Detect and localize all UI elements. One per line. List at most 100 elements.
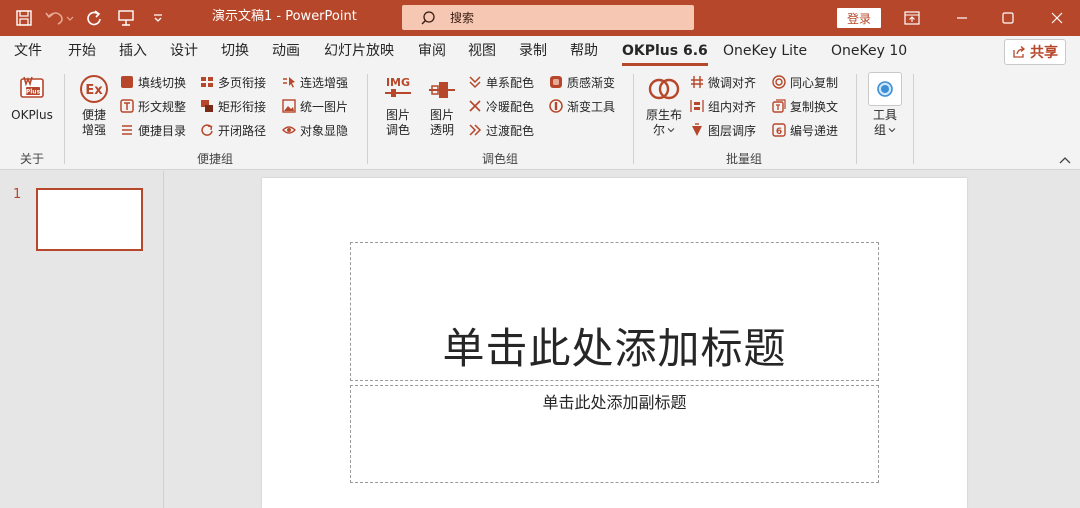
quick-enhance-button[interactable]: Ex 便捷 增强 (72, 72, 116, 138)
rect-link-label: 矩形衔接 (218, 99, 267, 114)
warm-cool-color-button[interactable]: 冷暖配色 (468, 96, 534, 116)
number-icon: 6 (772, 123, 786, 137)
image-transparent-button[interactable]: 图片 透明 (420, 72, 464, 138)
texture-gradient-button[interactable]: 质感渐变 (549, 72, 615, 92)
transition-color-button[interactable]: 过渡配色 (468, 120, 534, 140)
chevron-right-double-icon (468, 123, 482, 137)
shape-text-align-button[interactable]: 形文规整 (120, 96, 186, 116)
ribbon-tabs: 文件 开始 插入 设计 切换 动画 幻灯片放映 审阅 视图 录制 帮助 OKPl… (0, 36, 1080, 68)
chevron-down-icon (888, 128, 896, 133)
subtitle-placeholder[interactable]: 单击此处添加副标题 (350, 385, 879, 483)
copy-text-icon (772, 99, 786, 113)
img-color-icon: IMG (381, 72, 415, 106)
mono-color-label: 单系配色 (486, 75, 535, 90)
svg-text:Plus: Plus (26, 89, 41, 96)
maximize-icon[interactable] (985, 0, 1031, 36)
image-transparent-label-2: 透明 (429, 123, 454, 137)
open-close-path-label: 开闭路径 (218, 123, 267, 138)
quick-access-toolbar (10, 0, 172, 36)
group-separator (367, 74, 368, 164)
image-color-label-2: 调色 (385, 123, 410, 137)
layer-order-button[interactable]: 图层调序 (690, 120, 756, 140)
tab-file[interactable]: 文件 (14, 36, 42, 68)
rect-link-button[interactable]: 矩形衔接 (200, 96, 266, 116)
cursor-select-icon (282, 75, 296, 89)
mono-color-button[interactable]: 单系配色 (468, 72, 534, 92)
native-boolean-button[interactable]: 原生布 尔 (640, 72, 688, 138)
texture-gradient-icon (549, 75, 563, 89)
tab-onekey-10[interactable]: OneKey 10 (831, 36, 907, 68)
quick-toc-label: 便捷目录 (138, 123, 187, 138)
search-icon (421, 10, 435, 24)
chevron-down-icon (667, 128, 675, 133)
native-boolean-label-1: 原生布 (645, 108, 682, 122)
collapse-ribbon-icon[interactable] (1058, 154, 1072, 166)
tools-group-label-2-text: 组 (873, 123, 886, 137)
concentric-copy-button[interactable]: 同心复制 (772, 72, 838, 92)
search-box[interactable]: 搜索 (402, 5, 694, 30)
shape-text-icon (120, 99, 134, 113)
customize-qat-icon[interactable] (144, 4, 172, 32)
slide-number: 1 (13, 187, 22, 202)
quick-enhance-label-2: 增强 (81, 123, 106, 137)
tab-view[interactable]: 视图 (468, 36, 496, 68)
tab-slideshow[interactable]: 幻灯片放映 (324, 36, 394, 68)
tab-record[interactable]: 录制 (519, 36, 547, 68)
tab-transitions[interactable]: 切换 (221, 36, 249, 68)
unify-image-button[interactable]: 统一图片 (282, 96, 348, 116)
title-placeholder[interactable]: 单击此处添加标题 (350, 242, 879, 381)
tab-okplus[interactable]: OKPlus 6.6 (622, 36, 708, 68)
tab-help[interactable]: 帮助 (570, 36, 598, 68)
gradient-tool-button[interactable]: 渐变工具 (549, 96, 615, 116)
group-label-color: 调色组 (481, 152, 518, 166)
quick-toc-button[interactable]: 便捷目录 (120, 120, 186, 140)
title-bar: 演示文稿1 - PowerPoint 搜索 登录 (0, 0, 1080, 36)
tab-review[interactable]: 审阅 (418, 36, 446, 68)
fill-line-toggle-button[interactable]: 填线切换 (120, 72, 186, 92)
object-visibility-button[interactable]: 对象显隐 (282, 120, 348, 140)
multi-select-enhance-button[interactable]: 连选增强 (282, 72, 348, 92)
close-icon[interactable] (1034, 0, 1080, 36)
number-increment-button[interactable]: 6 编号递进 (772, 120, 838, 140)
share-icon (1013, 46, 1026, 58)
share-button[interactable]: 共享 (1004, 39, 1066, 65)
present-icon[interactable] (112, 4, 140, 32)
transition-color-label: 过渡配色 (486, 123, 535, 138)
multipage-icon (200, 75, 214, 89)
tab-home[interactable]: 开始 (68, 36, 96, 68)
multipage-link-button[interactable]: 多页衔接 (200, 72, 266, 92)
tools-group-label-2: 组 (874, 123, 896, 138)
tools-group-button[interactable]: 工具 组 (864, 72, 906, 138)
copy-replace-text-button[interactable]: 复制换文 (772, 96, 838, 116)
open-close-path-button[interactable]: 开闭路径 (200, 120, 266, 140)
group-label-about: 关于 (19, 152, 44, 166)
save-icon[interactable] (10, 4, 38, 32)
login-button[interactable]: 登录 (837, 8, 881, 28)
warm-cool-color-label: 冷暖配色 (486, 99, 535, 114)
tab-insert[interactable]: 插入 (119, 36, 147, 68)
minimize-icon[interactable] (939, 0, 985, 36)
image-color-button[interactable]: IMG 图片 调色 (376, 72, 420, 138)
quick-enhance-label-1: 便捷 (81, 108, 106, 122)
tab-onekey-lite[interactable]: OneKey Lite (723, 36, 807, 68)
image-icon (282, 99, 296, 113)
image-color-label-1: 图片 (385, 108, 410, 122)
texture-gradient-label: 质感渐变 (567, 75, 616, 90)
boolean-rings-icon (647, 72, 681, 106)
number-increment-label: 编号递进 (790, 123, 839, 138)
group-align-icon (690, 99, 704, 113)
redo-icon[interactable] (80, 4, 108, 32)
group-align-button[interactable]: 组内对齐 (690, 96, 756, 116)
multi-select-enhance-label: 连选增强 (300, 75, 349, 90)
nudge-align-button[interactable]: 微调对齐 (690, 72, 756, 92)
fill-swap-icon (120, 75, 134, 89)
undo-icon[interactable] (42, 4, 76, 32)
tab-design[interactable]: 设计 (170, 36, 198, 68)
nudge-icon (690, 75, 704, 89)
slide-thumbnail[interactable] (36, 188, 143, 251)
ribbon-display-options-icon[interactable] (889, 0, 935, 36)
okplus-button[interactable]: Plus OKPlus (8, 72, 56, 123)
svg-text:Ex: Ex (85, 83, 103, 98)
tab-animations[interactable]: 动画 (272, 36, 300, 68)
group-separator (633, 74, 634, 164)
